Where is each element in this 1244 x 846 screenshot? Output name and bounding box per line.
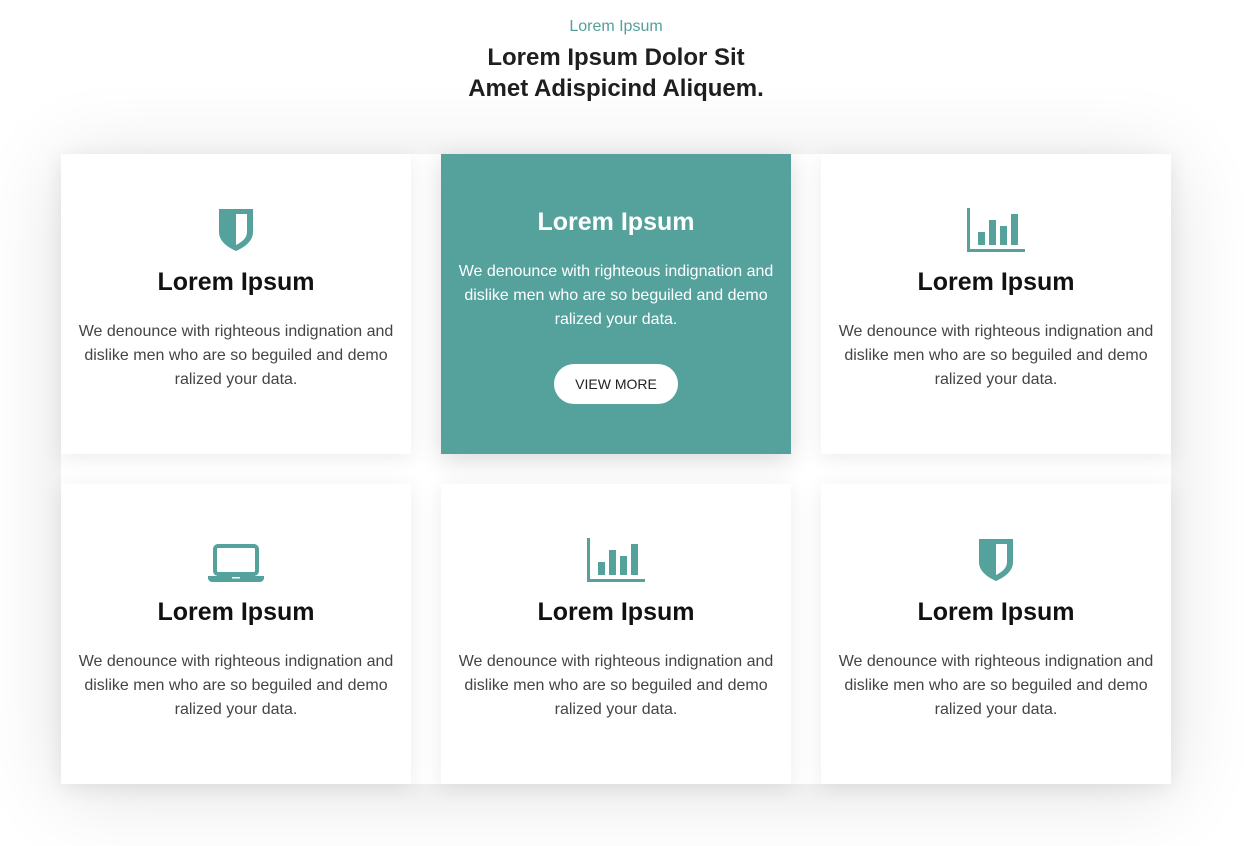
headline-line-2: Amet Adispicind Aliquem. (468, 75, 764, 102)
card-title: Lorem Ipsum (157, 598, 315, 626)
view-more-button[interactable]: VIEW MORE (554, 364, 678, 404)
card-text: We denounce with righteous indignation a… (78, 653, 394, 718)
laptop-icon (61, 534, 411, 582)
feature-card-4: Lorem Ipsum We denounce with righteous i… (61, 484, 411, 784)
card-title: Lorem Ipsum (917, 598, 1075, 626)
card-title: Lorem Ipsum (157, 268, 315, 296)
shield-icon (61, 204, 411, 252)
feature-card-3: Lorem Ipsum We denounce with righteous i… (821, 154, 1171, 454)
feature-card-5: Lorem Ipsum We denounce with righteous i… (441, 484, 791, 784)
feature-card-2-featured: Lorem Ipsum We denounce with righteous i… (441, 154, 791, 454)
card-text: We denounce with righteous indignation a… (458, 263, 774, 328)
section-kicker: Lorem Ipsum (569, 18, 663, 35)
bar-chart-icon (441, 534, 791, 582)
card-text: We denounce with righteous indignation a… (458, 653, 774, 718)
card-title: Lorem Ipsum (537, 208, 695, 236)
section-headline: Lorem Ipsum Dolor Sit Amet Adispicind Al… (0, 42, 1232, 104)
feature-card-1: Lorem Ipsum We denounce with righteous i… (61, 154, 411, 454)
card-text: We denounce with righteous indignation a… (838, 323, 1154, 388)
card-title: Lorem Ipsum (537, 598, 695, 626)
card-text: We denounce with righteous indignation a… (838, 653, 1154, 718)
headline-line-1: Lorem Ipsum Dolor Sit (487, 44, 745, 71)
bar-chart-icon (821, 204, 1171, 252)
card-title: Lorem Ipsum (917, 268, 1075, 296)
card-text: We denounce with righteous indignation a… (78, 323, 394, 388)
feature-card-6: Lorem Ipsum We denounce with righteous i… (821, 484, 1171, 784)
shield-icon (821, 534, 1171, 582)
